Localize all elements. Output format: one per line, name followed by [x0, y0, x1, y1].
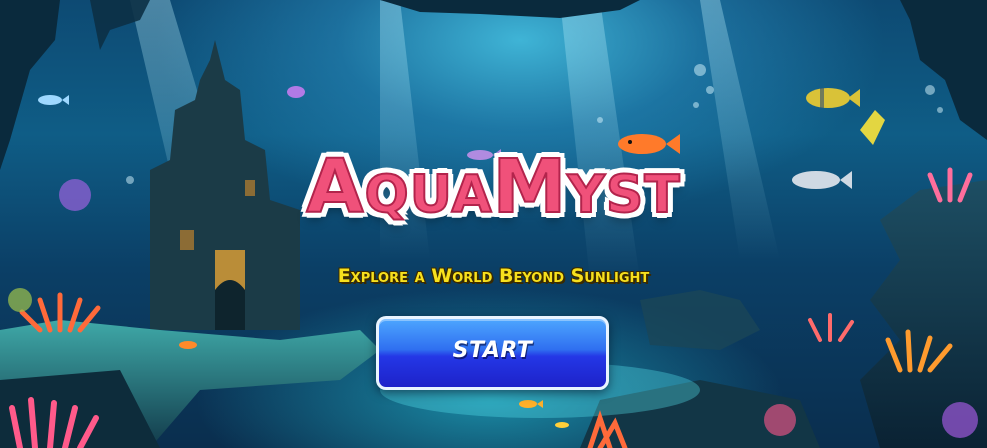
start-button-label: START [452, 337, 533, 363]
rock-icon [0, 320, 380, 448]
game-title-screen: AquaMyst Explore a World Beyond Sunlight… [0, 0, 987, 448]
subtitle-container: Explore a World Beyond Sunlight [0, 265, 987, 287]
start-button[interactable]: START [376, 316, 609, 390]
game-title: AquaMyst [305, 144, 681, 230]
game-subtitle: Explore a World Beyond Sunlight [337, 265, 650, 287]
title-container: AquaMyst [0, 144, 987, 230]
